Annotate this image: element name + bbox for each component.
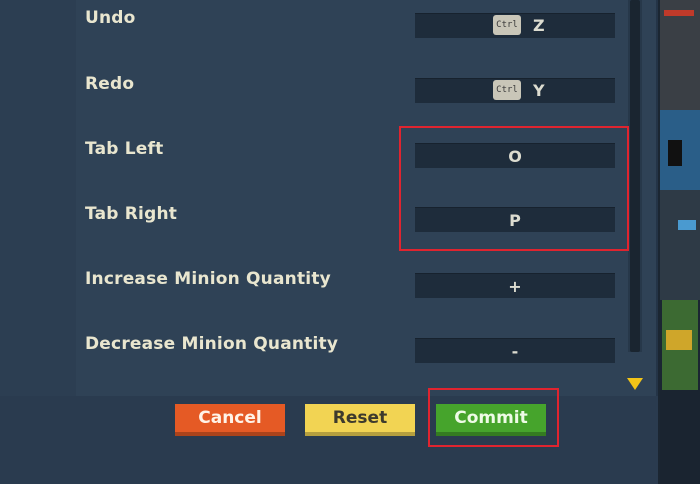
keybinding-field-increase-minion-quantity[interactable]: + bbox=[415, 273, 615, 298]
keybinding-field-undo[interactable]: Ctrl Z bbox=[415, 13, 615, 38]
action-label: Tab Right bbox=[85, 204, 178, 224]
keybinding-row-undo: Undo Ctrl Z bbox=[76, 8, 624, 64]
scrollbar-thumb[interactable] bbox=[630, 0, 640, 352]
ctrl-key-icon: Ctrl bbox=[493, 80, 521, 100]
highlight-box-commit bbox=[428, 388, 559, 447]
keybinding-row-decrease-minion-quantity: Decrease Minion Quantity - bbox=[76, 334, 624, 390]
key-value: - bbox=[511, 341, 519, 361]
reset-button[interactable]: Reset bbox=[305, 404, 415, 436]
key-value: + bbox=[508, 276, 522, 296]
keybinding-row-redo: Redo Ctrl Y bbox=[76, 74, 624, 130]
triangle-down-icon[interactable] bbox=[627, 378, 643, 390]
keybinding-field-redo[interactable]: Ctrl Y bbox=[415, 78, 615, 103]
highlight-box-tab-keys bbox=[399, 126, 629, 251]
action-label: Undo bbox=[85, 8, 136, 28]
action-label: Increase Minion Quantity bbox=[85, 269, 331, 289]
keybinding-row-increase-minion-quantity: Increase Minion Quantity + bbox=[76, 269, 624, 325]
action-label: Redo bbox=[85, 74, 135, 94]
action-label: Tab Left bbox=[85, 139, 164, 159]
key-value: Z bbox=[533, 16, 545, 35]
key-value: Y bbox=[533, 81, 545, 100]
keybinding-field-decrease-minion-quantity[interactable]: - bbox=[415, 338, 615, 363]
ctrl-key-icon: Ctrl bbox=[493, 15, 521, 35]
cancel-button[interactable]: Cancel bbox=[175, 404, 285, 436]
scrollbar-track[interactable] bbox=[628, 0, 642, 352]
game-view-background bbox=[658, 0, 700, 484]
action-label: Decrease Minion Quantity bbox=[85, 334, 339, 354]
